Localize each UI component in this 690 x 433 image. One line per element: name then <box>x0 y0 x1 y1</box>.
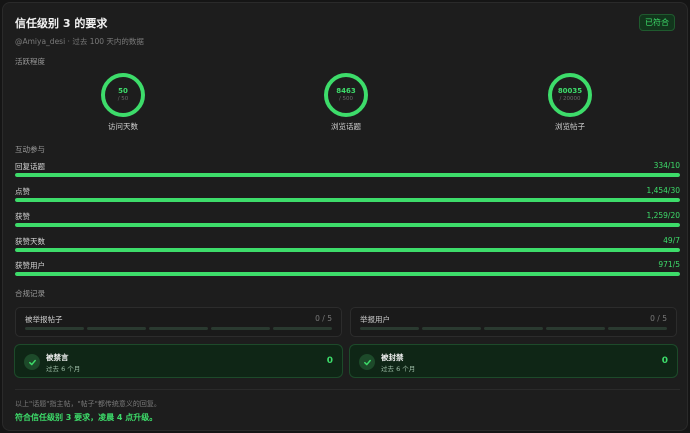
metric-label: 获赞 <box>15 212 30 221</box>
ring-requirement: / 20000 <box>559 96 581 102</box>
bar-segment <box>149 327 208 330</box>
bar-segment <box>273 327 332 330</box>
report-count: 0 / 5 <box>650 314 667 323</box>
suspended-box: 被封禁 过去 6 个月 0 <box>349 344 678 378</box>
segmented-bar <box>25 327 332 330</box>
activity-section-label: 活跃程度 <box>15 57 45 66</box>
compliance-section-label: 合规记录 <box>15 289 45 298</box>
page-title: 信任级别 3 的要求 <box>15 17 108 30</box>
penalty-period: 过去 6 个月 <box>381 365 416 373</box>
progress-bar-fill <box>15 198 680 202</box>
metric-value: 1,454/30 <box>646 186 680 195</box>
metric-value: 49/7 <box>663 236 680 245</box>
page-subtitle: @Amiya_desi · 过去 100 天内的数据 <box>15 37 144 46</box>
progress-bar <box>15 272 680 276</box>
segmented-bar <box>360 327 667 330</box>
penalty-count: 0 <box>661 356 668 366</box>
ring-value: 80035 <box>557 87 583 95</box>
footnote: 以上"话题"指主帖，"帖子"都传统意义的回复。 <box>15 400 161 408</box>
progress-bar <box>15 248 680 252</box>
ring-requirement: / 50 <box>117 96 129 102</box>
bar-segment <box>211 327 270 330</box>
metric-value: 334/10 <box>653 161 680 170</box>
reported-posts-box: 被举报帖子 0 / 5 <box>15 307 342 337</box>
report-count: 0 / 5 <box>315 314 332 323</box>
silenced-box: 被禁言 过去 6 个月 0 <box>14 344 343 378</box>
ring-requirement: / 500 <box>338 96 354 102</box>
progress-ring: 8463 / 500 <box>324 73 368 117</box>
ring-visit-days: 50 / 50 访问天数 <box>78 73 168 132</box>
ring-label: 访问天数 <box>108 122 138 131</box>
status-badge: 已符合 <box>639 14 675 31</box>
metric-label: 获赞用户 <box>15 261 45 270</box>
metric-label: 点赞 <box>15 187 30 196</box>
penalty-count: 0 <box>326 356 333 366</box>
progress-ring: 50 / 50 <box>101 73 145 117</box>
check-icon <box>359 354 375 370</box>
bar-segment <box>87 327 146 330</box>
interaction-section-label: 互动参与 <box>15 145 45 154</box>
ring-value: 8463 <box>336 87 356 95</box>
metric-label: 回复话题 <box>15 162 45 171</box>
metric-value: 971/5 <box>658 260 680 269</box>
divider <box>15 389 680 390</box>
ring-topics-viewed: 8463 / 500 浏览话题 <box>301 73 391 132</box>
report-label: 被举报帖子 <box>25 315 63 324</box>
progress-bar <box>15 223 680 227</box>
penalty-period: 过去 6 个月 <box>46 365 81 373</box>
progress-bar-fill <box>15 248 680 252</box>
bar-segment <box>484 327 543 330</box>
ring-value: 50 <box>118 87 128 95</box>
ring-label: 浏览话题 <box>331 122 361 131</box>
progress-bar <box>15 198 680 202</box>
upgrade-summary: 符合信任级别 3 要求，凌晨 4 点升级。 <box>15 413 158 422</box>
progress-ring: 80035 / 20000 <box>548 73 592 117</box>
penalty-title: 被禁言 <box>46 353 69 362</box>
check-icon <box>24 354 40 370</box>
progress-bar-fill <box>15 223 680 227</box>
metric-value: 1,259/20 <box>646 211 680 220</box>
report-label: 举报用户 <box>360 315 390 324</box>
bar-segment <box>25 327 84 330</box>
ring-posts-viewed: 80035 / 20000 浏览帖子 <box>525 73 615 132</box>
progress-bar-fill <box>15 272 680 276</box>
progress-bar-fill <box>15 173 680 177</box>
bar-segment <box>422 327 481 330</box>
bar-segment <box>608 327 667 330</box>
bar-segment <box>546 327 605 330</box>
penalty-title: 被封禁 <box>381 353 404 362</box>
progress-bar <box>15 173 680 177</box>
metric-label: 获赞天数 <box>15 237 45 246</box>
ring-label: 浏览帖子 <box>555 122 585 131</box>
reported-users-box: 举报用户 0 / 5 <box>350 307 677 337</box>
trust-level-card: 信任级别 3 的要求 已符合 @Amiya_desi · 过去 100 天内的数… <box>2 2 688 431</box>
bar-segment <box>360 327 419 330</box>
